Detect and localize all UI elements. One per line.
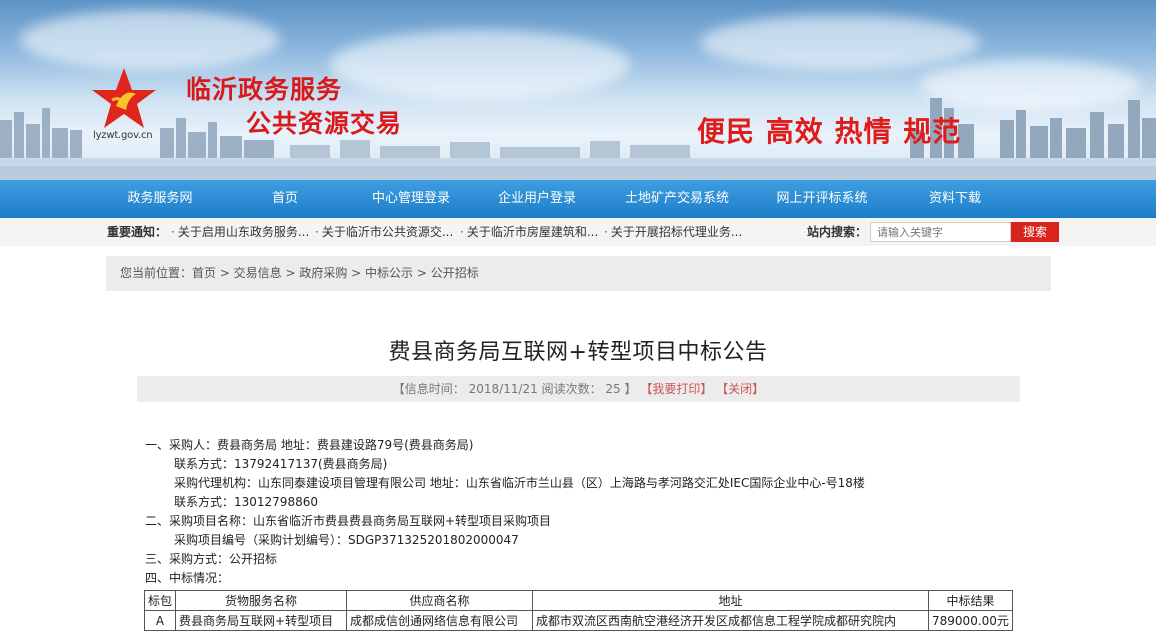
- body-line: 四、中标情况：: [145, 571, 230, 585]
- breadcrumb-text[interactable]: 您当前位置：首页 > 交易信息 > 政府采购 > 中标公示 > 公开招标: [120, 256, 479, 291]
- table-cell: 成都市双流区西南航空港经济开发区成都信息工程学院成都研究院内: [532, 610, 930, 631]
- body-line: 二、采购项目名称：山东省临沂市费县费县商务局互联网+转型项目采购项目: [145, 514, 552, 528]
- search-input[interactable]: [870, 222, 1011, 242]
- brand-title-line1: 临沂政务服务: [186, 75, 343, 104]
- nav-item-center-login[interactable]: 中心管理登录: [356, 180, 466, 218]
- search-label: 站内搜索：: [807, 225, 868, 239]
- nav-item-downloads[interactable]: 资料下载: [915, 180, 995, 218]
- print-link[interactable]: 【我要打印】: [640, 382, 712, 396]
- slogan: 便民 高效 热情 规范: [697, 115, 962, 148]
- nav-item-home[interactable]: 首页: [245, 180, 325, 218]
- city-skyline-image: [0, 98, 1156, 180]
- notice-link-text[interactable]: 关于启用山东政务服务...: [178, 225, 309, 239]
- red-star-logo-icon: [92, 68, 156, 128]
- bullet-icon: ·: [460, 225, 464, 239]
- award-result-table: 标包 货物服务名称 供应商名称 地址 中标结果 A 费县商务局互联网+转型项目 …: [143, 590, 1013, 631]
- main-nav: 政务服务网 首页 中心管理登录 企业用户登录 土地矿产交易系统 网上开评标系统 …: [0, 180, 1156, 218]
- body-line: 采购项目编号（采购计划编号）：SDGP371325201802000047: [174, 533, 519, 547]
- nav-item-online-bidding[interactable]: 网上开评标系统: [760, 180, 884, 218]
- table-cell: 费县商务局互联网+转型项目: [175, 610, 348, 631]
- body-line: 一、采购人：费县商务局 地址：费县建设路79号(费县商务局): [145, 438, 474, 452]
- table-header-cell: 中标结果: [928, 590, 1013, 611]
- bullet-icon: ·: [171, 225, 175, 239]
- table-cell: A: [143, 610, 177, 631]
- header-banner: lyzwt.gov.cn 临沂政务服务 公共资源交易 便民 高效 热情 规范: [0, 0, 1156, 180]
- article-meta: 【信息时间： 2018/11/21 阅读次数： 25 】 【我要打印】 【关闭】: [137, 376, 1020, 402]
- notice-link[interactable]: · 关于临沂市房屋建筑和...: [460, 218, 598, 246]
- table-cell: 789000.00元: [928, 610, 1013, 631]
- notice-link[interactable]: · 关于开展招标代理业务...: [604, 218, 742, 246]
- notice-label: 重要通知：: [107, 225, 168, 239]
- close-link[interactable]: 【关闭】: [716, 382, 764, 396]
- article-body: 一、采购人：费县商务局 地址：费县建设路79号(费县商务局) 联系方式：1379…: [145, 436, 1045, 588]
- table-row: A 费县商务局互联网+转型项目 成都成信创通网络信息有限公司 成都市双流区西南航…: [143, 610, 1013, 631]
- search-button[interactable]: 搜索: [1011, 222, 1059, 242]
- notice-link-text[interactable]: 关于临沂市房屋建筑和...: [467, 225, 598, 239]
- table-header-row: 标包 货物服务名称 供应商名称 地址 中标结果: [143, 590, 1013, 611]
- page-title: 费县商务局互联网+转型项目中标公告: [388, 340, 768, 365]
- table-header-cell: 供应商名称: [346, 590, 534, 611]
- notice-link-text[interactable]: 关于开展招标代理业务...: [611, 225, 742, 239]
- table-cell: 成都成信创通网络信息有限公司: [346, 610, 534, 631]
- info-time-and-views: 【信息时间： 2018/11/21 阅读次数： 25 】: [392, 382, 637, 396]
- body-line: 联系方式：13792417137(费县商务局): [174, 457, 388, 471]
- bullet-icon: ·: [315, 225, 319, 239]
- table-header-cell: 标包: [143, 590, 177, 611]
- body-line: 联系方式：13012798860: [174, 495, 318, 509]
- nav-item-enterprise-login[interactable]: 企业用户登录: [482, 180, 592, 218]
- table-header-cell: 地址: [532, 590, 930, 611]
- nav-item-gov-service[interactable]: 政务服务网: [110, 180, 210, 218]
- nav-item-land-mineral[interactable]: 土地矿产交易系统: [612, 180, 742, 218]
- brand-title-line2: 公共资源交易: [246, 109, 403, 138]
- bullet-icon: ·: [604, 225, 608, 239]
- site-url: lyzwt.gov.cn: [93, 130, 153, 141]
- table-header-cell: 货物服务名称: [175, 590, 348, 611]
- notice-link[interactable]: · 关于临沂市公共资源交...: [315, 218, 453, 246]
- body-line: 采购代理机构：山东同泰建设项目管理有限公司 地址：山东省临沂市兰山县（区）上海路…: [174, 476, 865, 490]
- notice-link[interactable]: · 关于启用山东政务服务...: [171, 218, 309, 246]
- breadcrumb: 您当前位置：首页 > 交易信息 > 政府采购 > 中标公示 > 公开招标: [106, 256, 1051, 291]
- body-line: 三、采购方式：公开招标: [145, 552, 278, 566]
- notice-link-text[interactable]: 关于临沂市公共资源交...: [322, 225, 453, 239]
